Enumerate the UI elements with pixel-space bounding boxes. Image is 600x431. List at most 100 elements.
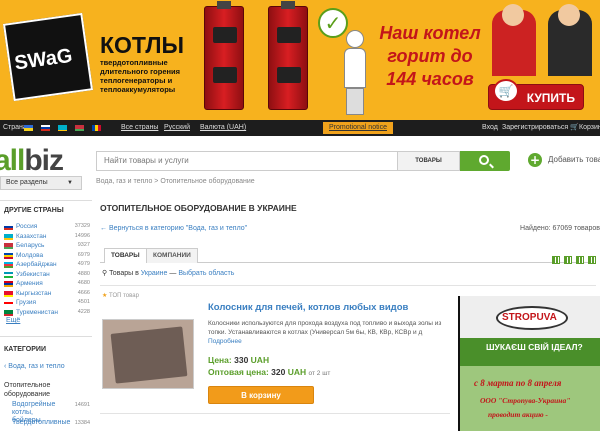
search-input[interactable]: Найти товары и услуги (96, 151, 398, 171)
country-name: Молдова (16, 251, 44, 259)
search-type-select[interactable]: ТОВАРЫ (398, 151, 460, 171)
flag-icon (4, 300, 13, 306)
country-item[interactable]: Азербайджан 4979 (4, 260, 90, 269)
country-count: 4666 (77, 289, 90, 296)
price-currency: UAH (250, 355, 270, 365)
flag-icon (4, 281, 13, 287)
country-count: 4228 (77, 308, 90, 315)
add-to-cart-button[interactable]: В корзину (208, 386, 314, 404)
categories-heading: КАТЕГОРИИ (4, 346, 46, 353)
chevron-down-icon: ▼ (67, 180, 73, 186)
banner-buy-button[interactable]: 🛒 КУПИТЬ (488, 79, 584, 110)
product-title-link[interactable]: Колосник для печей, котлов любых видов (208, 302, 408, 313)
country-count: 6979 (77, 251, 90, 258)
flag-icon (4, 224, 13, 230)
table-view-icon[interactable] (576, 256, 584, 264)
add-products-link[interactable]: Добавить товары (548, 155, 600, 164)
tab-products[interactable]: ТОВАРЫ (104, 248, 147, 263)
tab-companies[interactable]: КОМПАНИИ (146, 248, 198, 263)
product-description: Колосники используются для прохода возду… (208, 319, 448, 346)
country-count: 9327 (77, 242, 90, 248)
search-button[interactable] (460, 151, 510, 171)
product-wholesale-price: Оптовая цена: 320 UAH от 2 шт (208, 367, 330, 377)
country-item[interactable]: Молдова 6979 (4, 251, 90, 260)
list-view-icon[interactable] (552, 256, 560, 264)
country-item[interactable]: Туркменистан 4228 (4, 308, 90, 317)
login-link[interactable]: Вход (482, 120, 498, 136)
all-sections-label: Все разделы (6, 179, 48, 186)
allbiz-logo[interactable]: allbiz (0, 144, 64, 178)
country-item[interactable]: Россия 37329 (4, 222, 90, 231)
ad-dates: с 8 марта по 8 апреля (474, 378, 562, 388)
product-image[interactable] (102, 319, 194, 389)
country-item[interactable]: Казахстан 14996 (4, 232, 90, 241)
page-title: ОТОПИТЕЛЬНОЕ ОБОРУДОВАНИЕ В УКРАИНЕ (100, 203, 297, 213)
country-count: 14996 (74, 232, 90, 239)
country-count: 4979 (77, 261, 90, 267)
promo-notice-link[interactable]: Promotional notice (323, 122, 393, 134)
ad-banner[interactable]: SWaG КОТЛЫ твердотопливные длительного г… (0, 0, 600, 120)
register-link[interactable]: Зарегистрироваться (502, 120, 568, 136)
country-item[interactable]: Армения 4680 (4, 279, 90, 288)
select-region-link[interactable]: Выбрать область (178, 270, 234, 277)
product-more-link[interactable]: Подробнее (208, 338, 242, 345)
top-navigation-bar: Страна: Все страны Русский Валюта (UAH) … (0, 120, 600, 136)
divider (0, 336, 92, 337)
country-count: 4680 (77, 280, 90, 286)
back-to-category-link[interactable]: ← Вернуться в категорию "Вода, газ и теп… (100, 225, 247, 232)
flag-icon (4, 262, 13, 268)
country-name: Россия (16, 223, 38, 230)
country-item[interactable]: Грузия 4501 (4, 298, 90, 307)
all-countries-dropdown[interactable]: Все страны (121, 120, 158, 136)
currency-dropdown[interactable]: Валюта (UAH) (200, 120, 246, 136)
wholesale-label: Оптовая цена: (208, 367, 269, 377)
country-count: 37329 (74, 223, 90, 229)
russia-flag-icon[interactable] (41, 125, 50, 131)
tile-view-icon[interactable] (588, 256, 596, 264)
plus-icon[interactable]: + (528, 153, 542, 167)
price-label: Цена: (208, 355, 232, 365)
country-item[interactable]: Узбекистан 4880 (4, 270, 90, 279)
location-country-link[interactable]: Украине (141, 270, 168, 277)
divider (100, 413, 450, 414)
ad-organization: ООО "Стропува-Украина" (480, 396, 571, 405)
country-name: Армения (16, 280, 43, 287)
grid-view-icon[interactable] (564, 256, 572, 264)
country-name: Туркменистан (16, 308, 58, 316)
flag-icon (4, 252, 13, 259)
cart-icon[interactable]: 🛒 (570, 120, 579, 136)
top-product-tag: ★ ТОП товар (102, 292, 139, 299)
belarus-flag-icon[interactable] (75, 125, 84, 131)
flag-icon (4, 290, 13, 297)
ukraine-flag-icon[interactable] (24, 125, 33, 131)
cart-icon: 🛒 (493, 79, 519, 103)
all-sections-dropdown[interactable]: Все разделы ▼ (0, 176, 82, 190)
country-count: 4501 (77, 299, 90, 305)
flag-icon (4, 233, 13, 240)
person-figure (340, 30, 370, 115)
wholesale-value: 320 (271, 367, 286, 377)
logo-part-2: biz (24, 144, 64, 177)
swag-logo: SWaG (2, 12, 94, 102)
ad-brand: STROPUVA (502, 312, 557, 323)
wholesale-note: от 2 шт (308, 370, 331, 377)
kazakhstan-flag-icon[interactable] (58, 125, 67, 131)
country-item[interactable]: Беларусь 9327 (4, 241, 90, 250)
country-name: Кыргызстан (16, 289, 52, 297)
stropuva-logo: STROPUVA (496, 306, 568, 330)
more-countries-link[interactable]: Ещё (6, 317, 20, 324)
flag-icon (4, 309, 13, 316)
banner-title: КОТЛЫ (100, 32, 185, 58)
back-link-label: Вернуться в категорию "Вода, газ и тепло… (108, 225, 248, 232)
banner-slogan: Наш котел горит до 144 часов (379, 23, 481, 89)
cart-link[interactable]: Корзина (579, 120, 600, 136)
side-advertisement[interactable]: STROPUVA ШУКАЄШ СВІЙ ІДЕАЛ? с 8 марта по… (458, 296, 600, 431)
breadcrumb[interactable]: Вода, газ и тепло > Отопительное оборудо… (96, 178, 255, 185)
ad-promo-text: проводит акцию - (488, 410, 548, 419)
subcategory-solid-fuel[interactable]: Твердотопливные (12, 419, 70, 426)
subcategory-count: 14691 (74, 402, 90, 408)
moldova-flag-icon[interactable] (92, 125, 101, 131)
country-item[interactable]: Кыргызстан 4666 (4, 289, 90, 298)
category-back-link[interactable]: ‹ Вода, газ и тепло (4, 363, 65, 370)
language-dropdown[interactable]: Русский (164, 120, 190, 136)
